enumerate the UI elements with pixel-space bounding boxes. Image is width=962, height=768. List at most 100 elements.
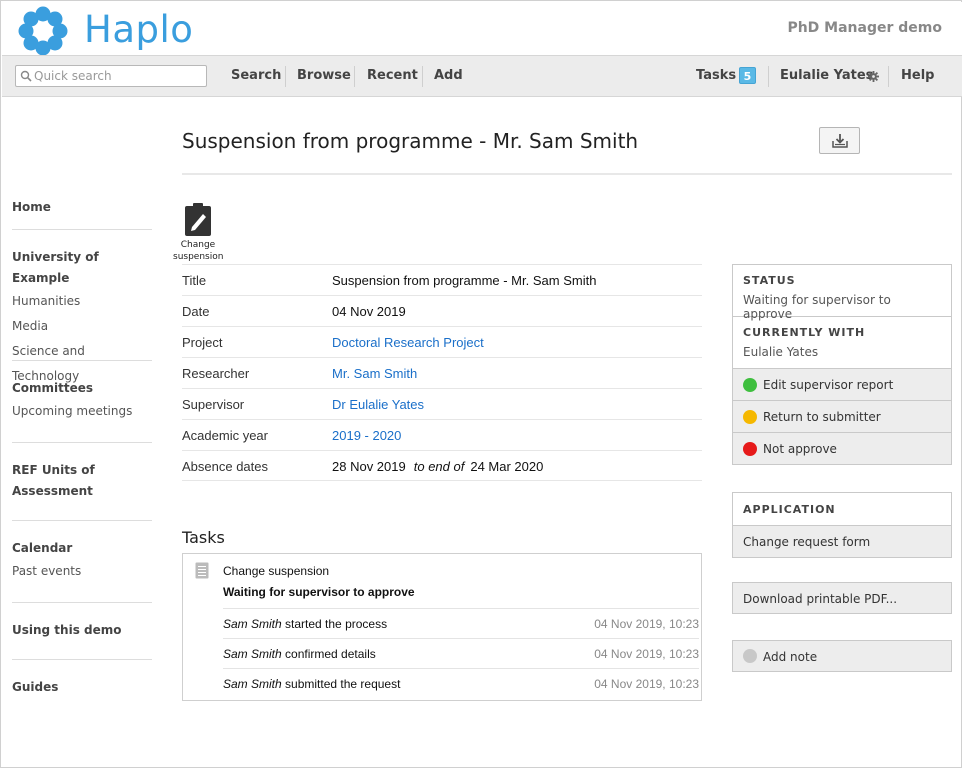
sidebar-item-using-demo[interactable]: Using this demo: [12, 620, 152, 641]
quick-search-input[interactable]: [34, 67, 202, 85]
button-label: Edit supervisor report: [763, 378, 894, 392]
green-status-dot: [743, 378, 757, 392]
nav-divider: [354, 66, 355, 87]
field-value-title: Suspension from programme - Mr. Sam Smit…: [332, 273, 597, 288]
change-request-form-button[interactable]: Change request form: [733, 525, 951, 557]
field-row-absence-dates: Absence dates 28 Nov 2019 to end of 24 Mar…: [182, 450, 702, 481]
nav-search[interactable]: Search: [231, 68, 281, 83]
return-to-submitter-button[interactable]: Return to submitter: [733, 400, 951, 432]
not-approve-button[interactable]: Not approve: [733, 432, 951, 464]
search-icon: [20, 70, 32, 82]
nav-divider: [422, 66, 423, 87]
sidebar-item-humanities[interactable]: Humanities: [12, 289, 152, 314]
red-status-dot: [743, 442, 757, 456]
sidebar-item-ref-units-line2[interactable]: Assessment: [12, 481, 152, 502]
field-label: Supervisor: [182, 397, 245, 412]
grey-status-dot: [743, 649, 757, 663]
sidebar-section-guides: Guides: [12, 660, 152, 700]
sidebar-item-media[interactable]: Media: [12, 314, 152, 339]
title-divider: [182, 173, 952, 175]
action-label-line1: Change: [180, 240, 216, 250]
field-label: Title: [182, 273, 207, 288]
sidebar-item-university[interactable]: University of Example: [12, 247, 152, 289]
timeline-date: 04 Nov 2019, 10:23: [594, 647, 699, 661]
field-label: Project: [182, 335, 223, 350]
add-note-button[interactable]: Add note: [732, 640, 952, 672]
page-title: Suspension from programme - Mr. Sam Smit…: [182, 129, 639, 153]
researcher-link[interactable]: Mr. Sam Smith: [332, 366, 417, 381]
sidebar-item-calendar[interactable]: Calendar: [12, 538, 152, 559]
quick-search-box[interactable]: [15, 65, 207, 87]
timeline-entry: Sam Smith submitted the request 04 Nov 2…: [223, 668, 699, 698]
button-label: Change request form: [743, 535, 871, 549]
sidebar-section-ref: REF Units of Assessment: [12, 443, 152, 520]
task-card: Change suspension Waiting for supervisor…: [182, 553, 702, 701]
field-label: Absence dates: [182, 459, 269, 474]
tasks-count-badge[interactable]: 5: [739, 67, 756, 84]
status-heading: STATUS: [743, 274, 796, 287]
brand-name[interactable]: Haplo: [84, 8, 193, 51]
sidebar-item-committees[interactable]: Committees: [12, 378, 152, 399]
sidebar-item-home[interactable]: Home: [12, 197, 152, 218]
change-suspension-action[interactable]: Change suspension: [173, 203, 223, 263]
status-text: Waiting for supervisor to approve: [743, 293, 891, 321]
nav-help[interactable]: Help: [901, 68, 934, 83]
timeline-action: confirmed details: [285, 647, 376, 661]
project-link[interactable]: Doctoral Research Project: [332, 335, 484, 350]
task-state: Waiting for supervisor to approve: [223, 585, 415, 599]
currently-with-text: Eulalie Yates: [743, 345, 819, 359]
nav-tasks[interactable]: Tasks: [696, 68, 736, 83]
academic-year-link[interactable]: 2019 - 2020: [332, 428, 401, 443]
task-timeline: Sam Smith started the process 04 Nov 201…: [223, 608, 699, 698]
timeline-actor: Sam Smith: [223, 647, 282, 661]
button-label: Not approve: [763, 442, 837, 456]
field-row-project: Project Doctoral Research Project: [182, 326, 702, 357]
timeline-text: Sam Smith submitted the request: [223, 677, 400, 691]
sidebar-section-calendar: Calendar Past events: [12, 521, 152, 602]
timeline-text: Sam Smith confirmed details: [223, 647, 376, 661]
field-row-date: Date 04 Nov 2019: [182, 295, 702, 326]
haplo-logo-icon[interactable]: [18, 6, 68, 56]
gear-icon[interactable]: [868, 71, 879, 82]
field-label: Researcher: [182, 366, 250, 381]
timeline-text: Sam Smith started the process: [223, 617, 387, 631]
sidebar-item-past-events[interactable]: Past events: [12, 559, 152, 584]
nav-browse[interactable]: Browse: [297, 68, 351, 83]
amber-status-dot: [743, 410, 757, 424]
sidebar: Home University of Example Humanities Me…: [12, 197, 152, 700]
app-window: Haplo PhD Manager demo Search Browse Rec…: [0, 0, 962, 768]
field-row-academic-year: Academic year 2019 - 2020: [182, 419, 702, 450]
timeline-entry: Sam Smith started the process 04 Nov 201…: [223, 608, 699, 638]
nav-divider: [285, 66, 286, 87]
sidebar-item-guides[interactable]: Guides: [12, 677, 152, 698]
supervisor-link[interactable]: Dr Eulalie Yates: [332, 397, 424, 412]
sidebar-section-home: Home: [12, 197, 152, 229]
timeline-actor: Sam Smith: [223, 617, 282, 631]
nav-add[interactable]: Add: [434, 68, 463, 83]
task-name[interactable]: Change suspension: [223, 564, 329, 578]
download-button[interactable]: [819, 127, 860, 154]
tasks-heading: Tasks: [182, 528, 225, 547]
nav-user[interactable]: Eulalie Yates: [780, 68, 873, 83]
record-fields: Title Suspension from programme - Mr. Sa…: [182, 264, 702, 481]
nav-divider: [888, 66, 889, 87]
sidebar-section-demo: Using this demo: [12, 603, 152, 659]
field-value-date: 04 Nov 2019: [332, 304, 406, 319]
edit-supervisor-report-button[interactable]: Edit supervisor report: [733, 368, 951, 400]
clipboard-pencil-icon: [185, 203, 211, 236]
absence-end: 24 Mar 2020: [470, 459, 544, 474]
app-name: PhD Manager demo: [787, 20, 942, 36]
field-value-absence-dates: 28 Nov 2019 to end of 24 Mar 2020: [332, 459, 543, 474]
timeline-entry: Sam Smith confirmed details 04 Nov 2019,…: [223, 638, 699, 668]
action-label-line2: suspension: [173, 252, 224, 262]
sidebar-item-ref-units[interactable]: REF Units of: [12, 460, 152, 481]
download-icon: [832, 134, 848, 148]
timeline-action: started the process: [285, 617, 388, 631]
status-panel: STATUS Waiting for supervisor to approve…: [732, 264, 952, 465]
sidebar-item-upcoming-meetings[interactable]: Upcoming meetings: [12, 399, 152, 424]
download-pdf-button[interactable]: Download printable PDF...: [732, 582, 952, 614]
nav-recent[interactable]: Recent: [367, 68, 418, 83]
nav-divider: [768, 66, 769, 87]
sidebar-section-university: University of Example Humanities Media S…: [12, 230, 152, 383]
document-icon: [195, 562, 209, 579]
